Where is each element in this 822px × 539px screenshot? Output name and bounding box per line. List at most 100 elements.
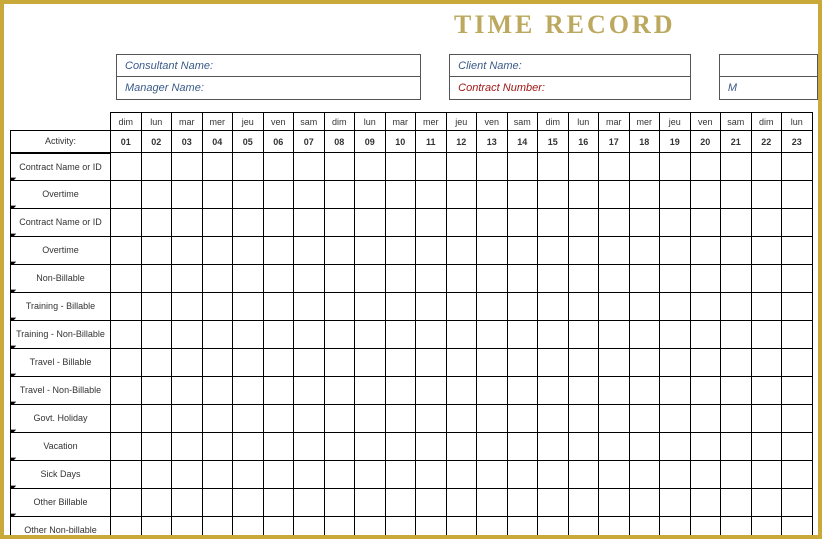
time-cell[interactable] xyxy=(446,181,477,209)
time-cell[interactable] xyxy=(538,405,569,433)
time-cell[interactable] xyxy=(507,237,538,265)
time-cell[interactable] xyxy=(629,489,660,517)
time-cell[interactable] xyxy=(355,293,386,321)
time-cell[interactable] xyxy=(599,461,630,489)
time-cell[interactable] xyxy=(111,321,142,349)
contract-number-label[interactable]: Contract Number: xyxy=(450,77,690,99)
time-cell[interactable] xyxy=(385,209,416,237)
time-cell[interactable] xyxy=(416,377,447,405)
time-cell[interactable] xyxy=(568,377,599,405)
time-cell[interactable] xyxy=(782,181,813,209)
time-cell[interactable] xyxy=(416,349,447,377)
time-cell[interactable] xyxy=(538,489,569,517)
time-cell[interactable] xyxy=(690,237,721,265)
time-cell[interactable] xyxy=(721,293,752,321)
time-cell[interactable] xyxy=(477,349,508,377)
time-cell[interactable] xyxy=(507,321,538,349)
time-cell[interactable] xyxy=(446,293,477,321)
time-cell[interactable] xyxy=(385,489,416,517)
time-cell[interactable] xyxy=(263,433,294,461)
time-cell[interactable] xyxy=(233,181,264,209)
time-cell[interactable] xyxy=(172,237,203,265)
time-cell[interactable] xyxy=(172,377,203,405)
time-cell[interactable] xyxy=(538,265,569,293)
time-cell[interactable] xyxy=(355,405,386,433)
time-cell[interactable] xyxy=(690,293,721,321)
time-cell[interactable] xyxy=(599,405,630,433)
time-cell[interactable] xyxy=(416,209,447,237)
time-cell[interactable] xyxy=(263,181,294,209)
time-cell[interactable] xyxy=(385,181,416,209)
time-cell[interactable] xyxy=(507,293,538,321)
time-cell[interactable] xyxy=(294,265,325,293)
time-cell[interactable] xyxy=(141,433,172,461)
time-cell[interactable] xyxy=(690,265,721,293)
time-cell[interactable] xyxy=(233,377,264,405)
time-cell[interactable] xyxy=(324,405,355,433)
time-cell[interactable] xyxy=(660,461,691,489)
time-cell[interactable] xyxy=(721,377,752,405)
time-cell[interactable] xyxy=(477,321,508,349)
time-cell[interactable] xyxy=(355,461,386,489)
time-cell[interactable] xyxy=(416,153,447,181)
time-cell[interactable] xyxy=(294,433,325,461)
time-cell[interactable] xyxy=(324,153,355,181)
time-cell[interactable] xyxy=(416,461,447,489)
time-cell[interactable] xyxy=(111,433,142,461)
time-cell[interactable] xyxy=(660,209,691,237)
time-cell[interactable] xyxy=(690,209,721,237)
time-cell[interactable] xyxy=(141,461,172,489)
time-cell[interactable] xyxy=(660,181,691,209)
time-cell[interactable] xyxy=(141,349,172,377)
time-cell[interactable] xyxy=(568,181,599,209)
time-cell[interactable] xyxy=(721,517,752,539)
time-cell[interactable] xyxy=(111,237,142,265)
time-cell[interactable] xyxy=(751,517,782,539)
time-cell[interactable] xyxy=(690,181,721,209)
time-cell[interactable] xyxy=(751,293,782,321)
time-cell[interactable] xyxy=(599,209,630,237)
time-cell[interactable] xyxy=(446,489,477,517)
time-cell[interactable] xyxy=(355,265,386,293)
time-cell[interactable] xyxy=(477,433,508,461)
time-cell[interactable] xyxy=(477,209,508,237)
time-cell[interactable] xyxy=(263,517,294,539)
time-cell[interactable] xyxy=(355,349,386,377)
time-cell[interactable] xyxy=(385,377,416,405)
time-cell[interactable] xyxy=(721,181,752,209)
time-cell[interactable] xyxy=(111,377,142,405)
time-cell[interactable] xyxy=(690,489,721,517)
time-cell[interactable] xyxy=(385,461,416,489)
time-cell[interactable] xyxy=(660,489,691,517)
time-cell[interactable] xyxy=(538,517,569,539)
time-cell[interactable] xyxy=(355,237,386,265)
time-cell[interactable] xyxy=(233,321,264,349)
time-cell[interactable] xyxy=(477,181,508,209)
time-cell[interactable] xyxy=(233,153,264,181)
time-cell[interactable] xyxy=(355,181,386,209)
time-cell[interactable] xyxy=(599,377,630,405)
time-cell[interactable] xyxy=(751,321,782,349)
time-cell[interactable] xyxy=(263,461,294,489)
time-cell[interactable] xyxy=(202,517,233,539)
time-cell[interactable] xyxy=(568,209,599,237)
time-cell[interactable] xyxy=(629,237,660,265)
time-cell[interactable] xyxy=(294,349,325,377)
time-cell[interactable] xyxy=(263,209,294,237)
time-cell[interactable] xyxy=(629,461,660,489)
time-cell[interactable] xyxy=(141,209,172,237)
time-cell[interactable] xyxy=(172,153,203,181)
time-cell[interactable] xyxy=(782,377,813,405)
time-cell[interactable] xyxy=(111,293,142,321)
time-cell[interactable] xyxy=(599,489,630,517)
time-cell[interactable] xyxy=(507,405,538,433)
time-cell[interactable] xyxy=(324,517,355,539)
time-cell[interactable] xyxy=(629,405,660,433)
time-cell[interactable] xyxy=(355,517,386,539)
time-cell[interactable] xyxy=(507,265,538,293)
time-cell[interactable] xyxy=(599,265,630,293)
time-cell[interactable] xyxy=(263,293,294,321)
time-cell[interactable] xyxy=(629,377,660,405)
time-cell[interactable] xyxy=(233,293,264,321)
time-cell[interactable] xyxy=(568,405,599,433)
